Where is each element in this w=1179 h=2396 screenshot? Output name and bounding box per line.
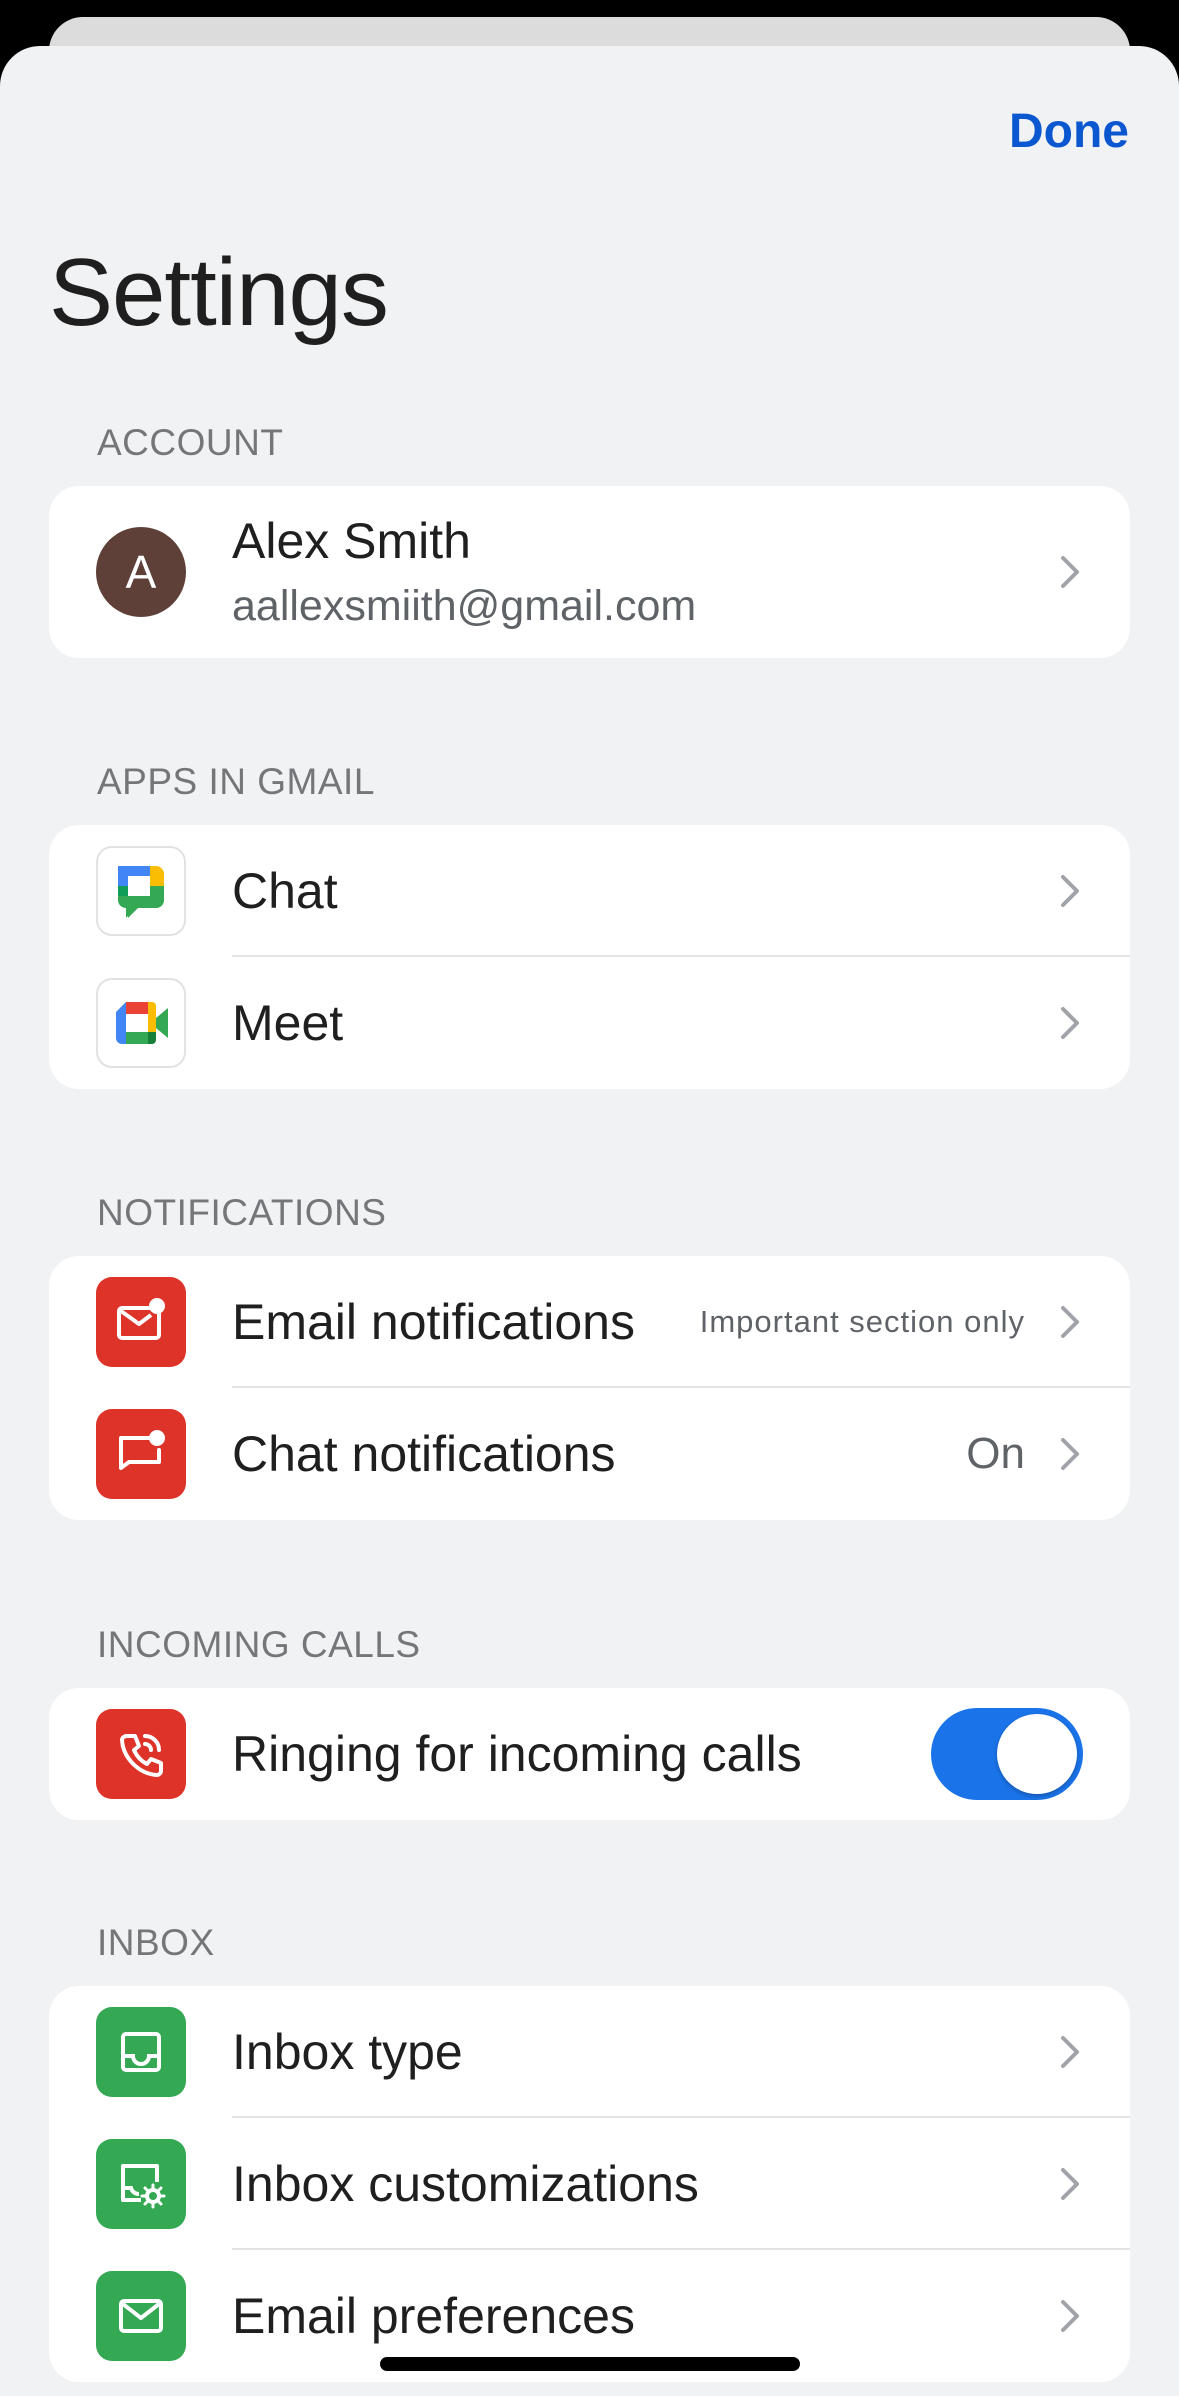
envelope-icon [96,2271,186,2361]
chevron-right-icon [1061,2036,1079,2068]
account-card: A Alex Smith aallexsmiith@gmail.com [49,486,1130,658]
google-meet-icon [96,978,186,1068]
inbox-item-customizations[interactable]: Inbox customizations [49,2118,1130,2250]
avatar: A [96,527,186,617]
section-label-inbox: INBOX [97,1922,215,1963]
notifications-card: Email notifications Important section on… [49,1256,1130,1520]
chevron-right-icon [1061,1007,1079,1039]
notifications-item-email[interactable]: Email notifications Important section on… [49,1256,1130,1388]
inbox-item-type[interactable]: Inbox type [49,1986,1130,2118]
notifications-item-label: Email notifications [232,1294,635,1350]
toggle-knob [997,1714,1077,1794]
chevron-right-icon [1061,556,1079,588]
phone-ringing-icon [96,1709,186,1799]
chevron-right-icon [1061,2168,1079,2200]
account-name: Alex Smith [232,513,471,569]
section-label-notifications: NOTIFICATIONS [97,1192,387,1233]
account-row[interactable]: A Alex Smith aallexsmiith@gmail.com [49,486,1130,658]
home-indicator[interactable] [380,2357,800,2371]
inbox-item-label: Email preferences [232,2288,635,2344]
inbox-settings-icon [96,2139,186,2229]
chat-badge-icon [96,1409,186,1499]
notifications-item-value: Important section only [699,1304,1025,1339]
mail-badge-icon [96,1277,186,1367]
inbox-item-label: Inbox type [232,2024,463,2080]
apps-card: Chat Meet [49,825,1130,1089]
ringing-row: Ringing for incoming calls [49,1688,1130,1820]
notifications-item-value: On [966,1429,1025,1478]
account-email: aallexsmiith@gmail.com [232,582,697,630]
done-button[interactable]: Done [1009,104,1129,159]
chevron-right-icon [1061,875,1079,907]
apps-item-meet[interactable]: Meet [49,957,1130,1089]
ringing-toggle[interactable] [931,1708,1083,1800]
apps-item-label: Meet [232,995,344,1051]
google-chat-icon [96,846,186,936]
chevron-right-icon [1061,1306,1079,1338]
inbox-tray-icon [96,2007,186,2097]
chevron-right-icon [1061,2300,1079,2332]
apps-item-chat[interactable]: Chat [49,825,1130,957]
ringing-label: Ringing for incoming calls [232,1726,802,1782]
section-label-apps: APPS IN GMAIL [97,761,375,802]
notifications-item-label: Chat notifications [232,1426,616,1482]
section-label-account: ACCOUNT [97,422,284,463]
section-label-incoming-calls: INCOMING CALLS [97,1624,421,1665]
notifications-item-chat[interactable]: Chat notifications On [49,1388,1130,1520]
page-title: Settings [49,239,389,346]
incoming-calls-card: Ringing for incoming calls [49,1688,1130,1820]
chevron-right-icon [1061,1438,1079,1470]
apps-item-label: Chat [232,863,338,919]
inbox-item-label: Inbox customizations [232,2156,699,2212]
inbox-card: Inbox type Inbox customizations Email pr… [49,1986,1130,2382]
